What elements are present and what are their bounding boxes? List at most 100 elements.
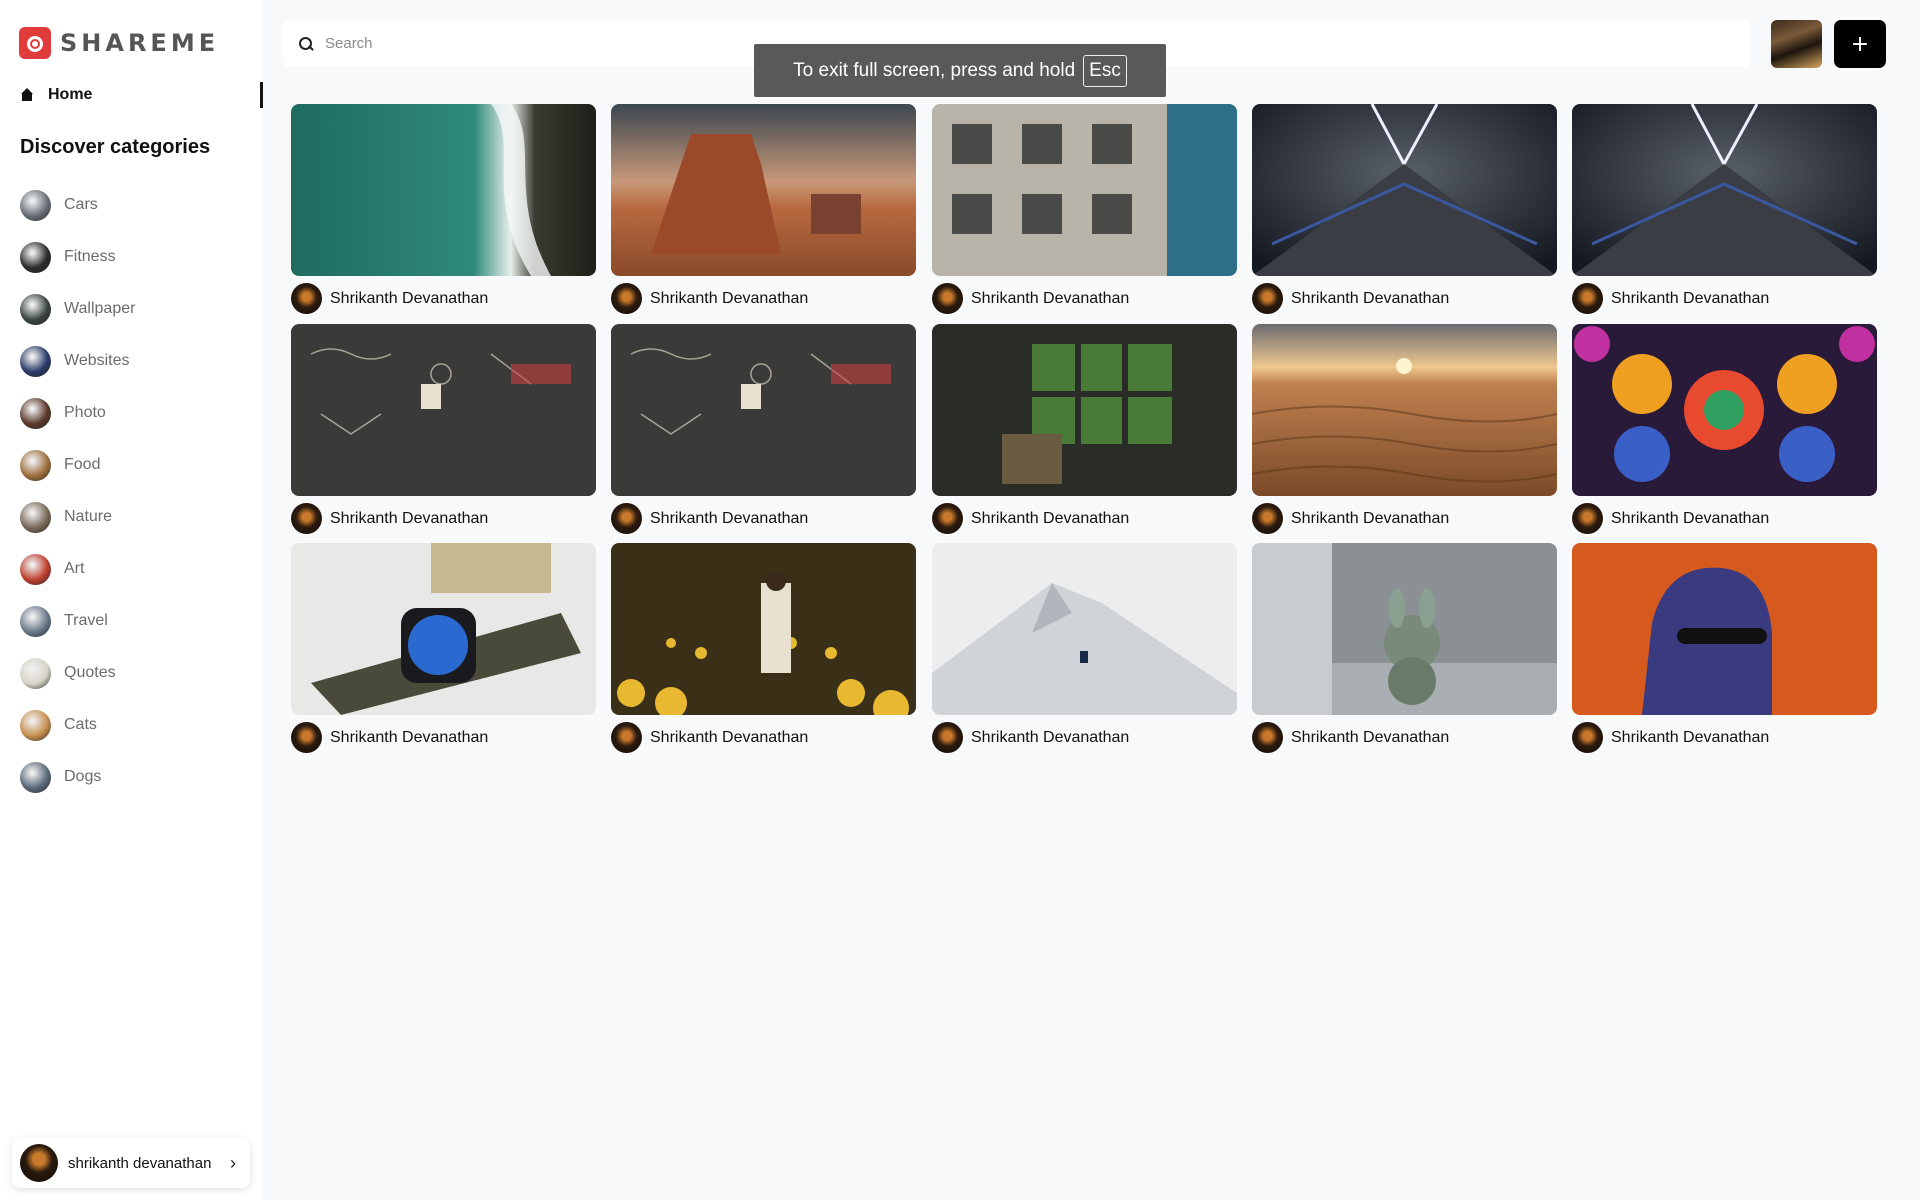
avatar (611, 503, 642, 534)
pin-author-link[interactable]: Shrikanth Devanathan (291, 283, 596, 314)
app-logo[interactable]: SHAREME (19, 27, 219, 59)
category-thumbnail (20, 709, 51, 741)
pin-author-name: Shrikanth Devanathan (1611, 509, 1770, 527)
category-label: Travel (64, 612, 108, 629)
esc-key-hint: Esc (1083, 54, 1127, 87)
category-item[interactable]: Websites (20, 335, 135, 387)
pin-card[interactable]: Shrikanth Devanathan (1252, 324, 1557, 534)
pin-card[interactable]: Shrikanth Devanathan (291, 543, 596, 753)
user-avatar-button[interactable] (1771, 20, 1822, 68)
pin-card[interactable]: Shrikanth Devanathan (1572, 104, 1877, 314)
ocean-aerial-image[interactable] (291, 104, 596, 276)
category-label: Fitness (64, 248, 116, 265)
chalkboard-image[interactable] (291, 324, 596, 496)
avatar (1572, 283, 1603, 314)
category-label: Websites (64, 352, 130, 369)
category-item[interactable]: Cats (20, 699, 135, 751)
sidebar: SHAREME Home Discover categories Cars Fit… (0, 0, 263, 1200)
category-thumbnail (20, 293, 51, 325)
pin-card[interactable]: Shrikanth Devanathan (1572, 324, 1877, 534)
pin-author-link[interactable]: Shrikanth Devanathan (291, 722, 596, 753)
camera-logo-icon (19, 27, 51, 59)
pin-card[interactable]: Shrikanth Devanathan (932, 104, 1237, 314)
category-item[interactable]: Food (20, 439, 135, 491)
category-label: Food (64, 456, 101, 473)
pin-author-name: Shrikanth Devanathan (330, 509, 489, 527)
category-item[interactable]: Fitness (20, 231, 135, 283)
category-item[interactable]: Nature (20, 491, 135, 543)
chevron-right-icon: › (230, 1152, 236, 1173)
pin-card[interactable]: Shrikanth Devanathan (611, 324, 916, 534)
psychedelic-art-image[interactable] (1572, 324, 1877, 496)
pin-author-link[interactable]: Shrikanth Devanathan (1252, 283, 1557, 314)
avatar (932, 722, 963, 753)
nav-home[interactable]: Home (20, 82, 263, 108)
tunnel-image[interactable] (1572, 104, 1877, 276)
desert-butte-image[interactable] (611, 104, 916, 276)
avatar (932, 283, 963, 314)
category-thumbnail (20, 553, 51, 585)
pin-card[interactable]: Shrikanth Devanathan (291, 324, 596, 534)
category-item[interactable]: Wallpaper (20, 283, 135, 335)
pin-card[interactable]: Shrikanth Devanathan (611, 104, 916, 314)
smartwatch-image[interactable] (291, 543, 596, 715)
pin-author-name: Shrikanth Devanathan (971, 289, 1130, 307)
pin-author-link[interactable]: Shrikanth Devanathan (932, 722, 1237, 753)
category-item[interactable]: Cars (20, 179, 135, 231)
fullscreen-notice-text: To exit full screen, press and hold (793, 59, 1076, 81)
category-label: Cars (64, 196, 98, 213)
pin-card[interactable]: Shrikanth Devanathan (932, 324, 1237, 534)
tunnel-image[interactable] (1252, 104, 1557, 276)
category-item[interactable]: Quotes (20, 647, 135, 699)
pin-card[interactable]: Shrikanth Devanathan (1252, 104, 1557, 314)
building-facade-image[interactable] (932, 104, 1237, 276)
pin-card[interactable]: Shrikanth Devanathan (611, 543, 916, 753)
snow-mountain-image[interactable] (932, 543, 1237, 715)
flower-field-image[interactable] (611, 543, 916, 715)
pin-author-link[interactable]: Shrikanth Devanathan (1572, 503, 1877, 534)
avatar (291, 503, 322, 534)
user-profile-link[interactable]: shrikanth devanathan › (12, 1138, 250, 1188)
pin-author-link[interactable]: Shrikanth Devanathan (1572, 722, 1877, 753)
pin-author-name: Shrikanth Devanathan (971, 728, 1130, 746)
category-item[interactable]: Dogs (20, 751, 135, 803)
pin-card[interactable]: Shrikanth Devanathan (1572, 543, 1877, 753)
room-window-image[interactable] (932, 324, 1237, 496)
fullscreen-exit-notice: To exit full screen, press and hold Esc (754, 44, 1166, 97)
avatar (291, 283, 322, 314)
pin-author-link[interactable]: Shrikanth Devanathan (1572, 283, 1877, 314)
pin-card[interactable]: Shrikanth Devanathan (1252, 543, 1557, 753)
category-thumbnail (20, 345, 51, 377)
pin-author-link[interactable]: Shrikanth Devanathan (611, 503, 916, 534)
avatar (932, 503, 963, 534)
pin-author-link[interactable]: Shrikanth Devanathan (611, 722, 916, 753)
nav-home-label: Home (48, 86, 93, 103)
pin-author-link[interactable]: Shrikanth Devanathan (932, 283, 1237, 314)
chalkboard-image[interactable] (611, 324, 916, 496)
category-item[interactable]: Art (20, 543, 135, 595)
pin-author-link[interactable]: Shrikanth Devanathan (932, 503, 1237, 534)
pin-card[interactable]: Shrikanth Devanathan (291, 104, 596, 314)
category-label: Photo (64, 404, 106, 421)
avatar (1252, 722, 1283, 753)
toy-window-image[interactable] (1252, 543, 1557, 715)
pin-author-link[interactable]: Shrikanth Devanathan (291, 503, 596, 534)
category-item[interactable]: Photo (20, 387, 135, 439)
pin-author-link[interactable]: Shrikanth Devanathan (611, 283, 916, 314)
portrait-orange-image[interactable] (1572, 543, 1877, 715)
category-item[interactable]: Travel (20, 595, 135, 647)
pin-author-name: Shrikanth Devanathan (971, 509, 1130, 527)
pin-author-name: Shrikanth Devanathan (650, 509, 809, 527)
avatar (1572, 722, 1603, 753)
pin-author-link[interactable]: Shrikanth Devanathan (1252, 503, 1557, 534)
pin-author-link[interactable]: Shrikanth Devanathan (1252, 722, 1557, 753)
create-pin-button[interactable]: + (1834, 20, 1886, 68)
pin-author-name: Shrikanth Devanathan (1291, 728, 1450, 746)
category-thumbnail (20, 605, 51, 637)
pin-card[interactable]: Shrikanth Devanathan (932, 543, 1237, 753)
logo-text: SHAREME (60, 29, 220, 57)
sand-sunset-image[interactable] (1252, 324, 1557, 496)
category-label: Art (64, 560, 85, 577)
avatar (20, 1144, 58, 1182)
category-label: Cats (64, 716, 97, 733)
